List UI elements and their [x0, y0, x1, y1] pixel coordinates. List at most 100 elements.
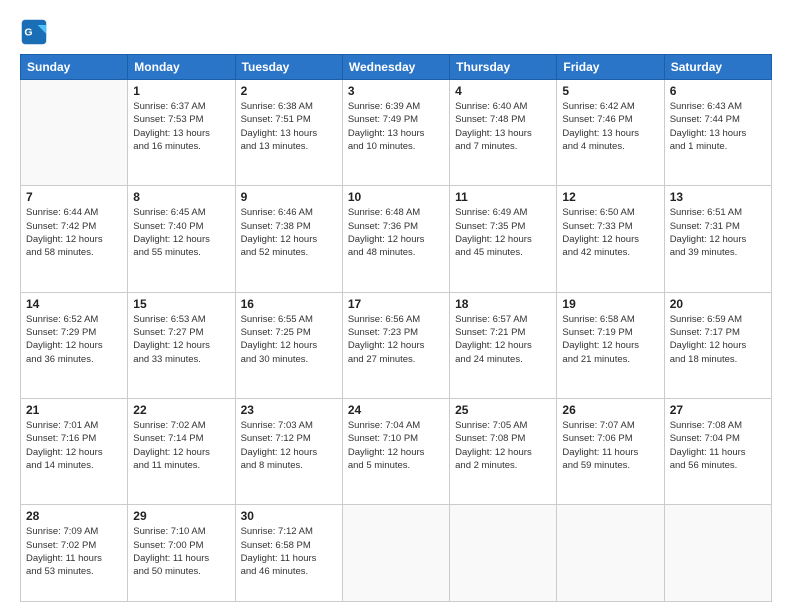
calendar-week-row: 21 Sunrise: 7:01 AMSunset: 7:16 PMDayligh…: [21, 398, 772, 504]
day-info: Sunrise: 6:44 AMSunset: 7:42 PMDaylight:…: [26, 206, 122, 259]
day-number: 19: [562, 297, 658, 311]
calendar-day-header: Saturday: [664, 55, 771, 80]
logo: G: [20, 18, 52, 46]
day-number: 11: [455, 190, 551, 204]
day-number: 10: [348, 190, 444, 204]
day-info: Sunrise: 7:10 AMSunset: 7:00 PMDaylight:…: [133, 525, 229, 578]
calendar-day-cell: 22 Sunrise: 7:02 AMSunset: 7:14 PMDayligh…: [128, 398, 235, 504]
calendar-day-cell: 29 Sunrise: 7:10 AMSunset: 7:00 PMDayligh…: [128, 505, 235, 602]
day-number: 4: [455, 84, 551, 98]
calendar-day-cell: [557, 505, 664, 602]
calendar-day-cell: 15 Sunrise: 6:53 AMSunset: 7:27 PMDayligh…: [128, 292, 235, 398]
day-info: Sunrise: 6:48 AMSunset: 7:36 PMDaylight:…: [348, 206, 444, 259]
day-info: Sunrise: 6:58 AMSunset: 7:19 PMDaylight:…: [562, 313, 658, 366]
calendar-day-cell: 21 Sunrise: 7:01 AMSunset: 7:16 PMDayligh…: [21, 398, 128, 504]
day-number: 14: [26, 297, 122, 311]
calendar-day-cell: 28 Sunrise: 7:09 AMSunset: 7:02 PMDayligh…: [21, 505, 128, 602]
day-info: Sunrise: 7:09 AMSunset: 7:02 PMDaylight:…: [26, 525, 122, 578]
day-number: 27: [670, 403, 766, 417]
calendar: SundayMondayTuesdayWednesdayThursdayFrid…: [20, 54, 772, 602]
day-number: 15: [133, 297, 229, 311]
calendar-day-cell: 8 Sunrise: 6:45 AMSunset: 7:40 PMDaylight…: [128, 186, 235, 292]
day-info: Sunrise: 6:53 AMSunset: 7:27 PMDaylight:…: [133, 313, 229, 366]
day-number: 1: [133, 84, 229, 98]
calendar-week-row: 14 Sunrise: 6:52 AMSunset: 7:29 PMDayligh…: [21, 292, 772, 398]
day-number: 3: [348, 84, 444, 98]
day-number: 25: [455, 403, 551, 417]
calendar-header-row: SundayMondayTuesdayWednesdayThursdayFrid…: [21, 55, 772, 80]
calendar-day-cell: 25Sunrise: 7:05 AMSunset: 7:08 PMDayligh…: [450, 398, 557, 504]
day-info: Sunrise: 6:56 AMSunset: 7:23 PMDaylight:…: [348, 313, 444, 366]
day-number: 22: [133, 403, 229, 417]
day-number: 12: [562, 190, 658, 204]
calendar-day-cell: 4 Sunrise: 6:40 AMSunset: 7:48 PMDaylight…: [450, 80, 557, 186]
day-number: 2: [241, 84, 337, 98]
day-info: Sunrise: 6:42 AMSunset: 7:46 PMDaylight:…: [562, 100, 658, 153]
day-number: 23: [241, 403, 337, 417]
day-number: 17: [348, 297, 444, 311]
day-info: Sunrise: 6:38 AMSunset: 7:51 PMDaylight:…: [241, 100, 337, 153]
calendar-day-cell: 6 Sunrise: 6:43 AMSunset: 7:44 PMDaylight…: [664, 80, 771, 186]
calendar-day-cell: [664, 505, 771, 602]
calendar-day-cell: 2 Sunrise: 6:38 AMSunset: 7:51 PMDaylight…: [235, 80, 342, 186]
day-info: Sunrise: 6:43 AMSunset: 7:44 PMDaylight:…: [670, 100, 766, 153]
day-number: 9: [241, 190, 337, 204]
calendar-day-cell: 19 Sunrise: 6:58 AMSunset: 7:19 PMDayligh…: [557, 292, 664, 398]
calendar-day-header: Monday: [128, 55, 235, 80]
calendar-day-cell: 5 Sunrise: 6:42 AMSunset: 7:46 PMDaylight…: [557, 80, 664, 186]
calendar-day-cell: 27 Sunrise: 7:08 AMSunset: 7:04 PMDayligh…: [664, 398, 771, 504]
day-number: 8: [133, 190, 229, 204]
calendar-week-row: 7Sunrise: 6:44 AMSunset: 7:42 PMDaylight…: [21, 186, 772, 292]
calendar-day-cell: 20Sunrise: 6:59 AMSunset: 7:17 PMDayligh…: [664, 292, 771, 398]
svg-text:G: G: [24, 27, 32, 39]
calendar-day-cell: 17 Sunrise: 6:56 AMSunset: 7:23 PMDayligh…: [342, 292, 449, 398]
day-info: Sunrise: 6:45 AMSunset: 7:40 PMDaylight:…: [133, 206, 229, 259]
day-info: Sunrise: 7:03 AMSunset: 7:12 PMDaylight:…: [241, 419, 337, 472]
day-number: 30: [241, 509, 337, 523]
calendar-day-cell: 7Sunrise: 6:44 AMSunset: 7:42 PMDaylight…: [21, 186, 128, 292]
calendar-day-cell: 23 Sunrise: 7:03 AMSunset: 7:12 PMDayligh…: [235, 398, 342, 504]
calendar-day-header: Tuesday: [235, 55, 342, 80]
calendar-day-cell: 24 Sunrise: 7:04 AMSunset: 7:10 PMDayligh…: [342, 398, 449, 504]
calendar-week-row: 28 Sunrise: 7:09 AMSunset: 7:02 PMDayligh…: [21, 505, 772, 602]
calendar-day-cell: 16Sunrise: 6:55 AMSunset: 7:25 PMDayligh…: [235, 292, 342, 398]
calendar-day-cell: 12 Sunrise: 6:50 AMSunset: 7:33 PMDayligh…: [557, 186, 664, 292]
calendar-day-cell: 26Sunrise: 7:07 AMSunset: 7:06 PMDayligh…: [557, 398, 664, 504]
calendar-day-cell: [450, 505, 557, 602]
day-number: 21: [26, 403, 122, 417]
calendar-day-cell: 1Sunrise: 6:37 AMSunset: 7:53 PMDaylight…: [128, 80, 235, 186]
calendar-day-header: Friday: [557, 55, 664, 80]
calendar-day-header: Thursday: [450, 55, 557, 80]
calendar-day-cell: [21, 80, 128, 186]
day-info: Sunrise: 6:50 AMSunset: 7:33 PMDaylight:…: [562, 206, 658, 259]
day-info: Sunrise: 6:40 AMSunset: 7:48 PMDaylight:…: [455, 100, 551, 153]
day-number: 5: [562, 84, 658, 98]
day-info: Sunrise: 7:12 AMSunset: 6:58 PMDaylight:…: [241, 525, 337, 578]
day-number: 28: [26, 509, 122, 523]
day-number: 29: [133, 509, 229, 523]
day-number: 6: [670, 84, 766, 98]
calendar-week-row: 1Sunrise: 6:37 AMSunset: 7:53 PMDaylight…: [21, 80, 772, 186]
logo-icon: G: [20, 18, 48, 46]
day-number: 16: [241, 297, 337, 311]
calendar-day-cell: 18Sunrise: 6:57 AMSunset: 7:21 PMDayligh…: [450, 292, 557, 398]
calendar-day-header: Sunday: [21, 55, 128, 80]
calendar-day-cell: [342, 505, 449, 602]
day-number: 24: [348, 403, 444, 417]
calendar-day-cell: 11 Sunrise: 6:49 AMSunset: 7:35 PMDayligh…: [450, 186, 557, 292]
day-info: Sunrise: 6:49 AMSunset: 7:35 PMDaylight:…: [455, 206, 551, 259]
day-info: Sunrise: 7:04 AMSunset: 7:10 PMDaylight:…: [348, 419, 444, 472]
calendar-day-cell: 13 Sunrise: 6:51 AMSunset: 7:31 PMDayligh…: [664, 186, 771, 292]
day-info: Sunrise: 7:02 AMSunset: 7:14 PMDaylight:…: [133, 419, 229, 472]
day-info: Sunrise: 7:08 AMSunset: 7:04 PMDaylight:…: [670, 419, 766, 472]
day-number: 13: [670, 190, 766, 204]
day-number: 20: [670, 297, 766, 311]
day-info: Sunrise: 6:51 AMSunset: 7:31 PMDaylight:…: [670, 206, 766, 259]
calendar-day-cell: 14 Sunrise: 6:52 AMSunset: 7:29 PMDayligh…: [21, 292, 128, 398]
calendar-day-cell: 9 Sunrise: 6:46 AMSunset: 7:38 PMDaylight…: [235, 186, 342, 292]
day-number: 18: [455, 297, 551, 311]
day-info: Sunrise: 7:07 AMSunset: 7:06 PMDaylight:…: [562, 419, 658, 472]
day-info: Sunrise: 7:01 AMSunset: 7:16 PMDaylight:…: [26, 419, 122, 472]
day-info: Sunrise: 6:52 AMSunset: 7:29 PMDaylight:…: [26, 313, 122, 366]
day-info: Sunrise: 6:46 AMSunset: 7:38 PMDaylight:…: [241, 206, 337, 259]
